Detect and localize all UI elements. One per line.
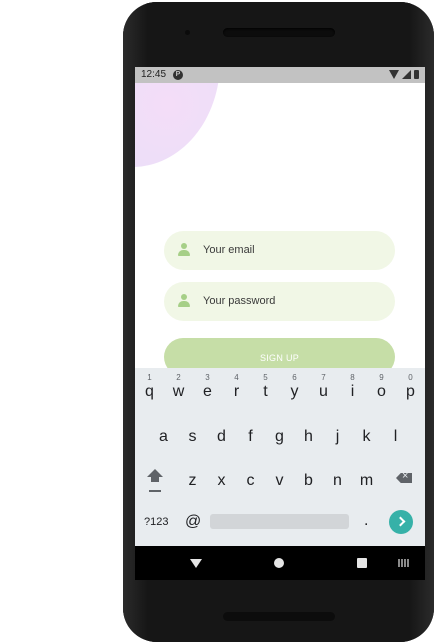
keyboard-key[interactable]: n — [323, 459, 352, 495]
keyboard-key[interactable]: l — [381, 415, 410, 451]
key-char: k — [362, 428, 371, 445]
key-char: j — [335, 428, 340, 445]
enter-arrow-icon[interactable] — [389, 510, 413, 534]
key-char: t — [263, 383, 268, 400]
key-char: w — [172, 383, 185, 400]
shift-icon[interactable] — [147, 469, 163, 492]
keyboard-key[interactable]: h — [294, 415, 323, 451]
key-char: m — [359, 472, 374, 489]
home-icon[interactable] — [274, 558, 284, 568]
signal-icon — [402, 70, 411, 79]
app-screen: 12:45 P Your email Your password SIGN UP… — [135, 67, 425, 580]
keyboard-key[interactable]: 2w — [164, 370, 193, 406]
person-icon — [178, 294, 190, 308]
key-char: q — [145, 383, 154, 400]
keyboard-key[interactable]: f — [236, 415, 265, 451]
key-hint: 2 — [176, 373, 181, 382]
email-placeholder: Your email — [203, 244, 255, 256]
keyboard-key[interactable]: v — [265, 459, 294, 495]
person-icon — [178, 243, 190, 257]
key-char: s — [188, 428, 197, 445]
key-hint: 3 — [205, 373, 210, 382]
key-char: u — [319, 383, 328, 400]
space-bar[interactable] — [210, 514, 349, 529]
front-camera — [185, 30, 190, 35]
navigation-bar — [135, 546, 425, 580]
back-icon[interactable] — [190, 559, 202, 568]
key-char: p — [406, 383, 415, 400]
keyboard-key[interactable]: 4r — [222, 370, 251, 406]
key-char: i — [350, 383, 355, 400]
key-hint: 4 — [234, 373, 239, 382]
key-char: d — [217, 428, 226, 445]
keyboard-key[interactable]: a — [149, 415, 178, 451]
period-key[interactable]: . — [364, 512, 368, 530]
password-placeholder: Your password — [203, 295, 276, 307]
key-char: f — [248, 428, 253, 445]
key-char: a — [159, 428, 168, 445]
keyboard-key[interactable]: z — [178, 459, 207, 495]
symbols-key[interactable]: ?123 — [144, 516, 168, 528]
battery-icon — [414, 70, 419, 79]
key-hint: 1 — [147, 373, 152, 382]
key-char: x — [217, 472, 226, 489]
keyboard-key[interactable]: 9o — [367, 370, 396, 406]
key-char: e — [203, 383, 212, 400]
key-char: r — [233, 383, 240, 400]
backspace-icon[interactable] — [396, 473, 412, 483]
bottom-speaker — [223, 612, 335, 621]
keyboard-key[interactable]: k — [352, 415, 381, 451]
key-char: g — [275, 428, 284, 445]
keyboard-key[interactable]: b — [294, 459, 323, 495]
key-char: h — [304, 428, 313, 445]
keyboard-key[interactable]: 0p — [396, 370, 425, 406]
key-char: c — [246, 472, 255, 489]
key-hint: 8 — [350, 373, 355, 382]
key-char: z — [188, 472, 197, 489]
key-hint: 0 — [408, 373, 413, 382]
keyboard-key[interactable]: 1q — [135, 370, 164, 406]
key-char: y — [290, 383, 299, 400]
wifi-icon — [389, 70, 399, 79]
key-char: v — [275, 472, 284, 489]
password-field[interactable]: Your password — [164, 282, 395, 321]
key-char: l — [393, 428, 398, 445]
email-field[interactable]: Your email — [164, 231, 395, 270]
keyboard-key[interactable]: m — [352, 459, 381, 495]
keyboard-key[interactable]: 7u — [309, 370, 338, 406]
keyboard-switch-icon[interactable] — [398, 559, 409, 567]
keyboard-key[interactable]: c — [236, 459, 265, 495]
key-hint: 9 — [379, 373, 384, 382]
key-char: b — [304, 472, 313, 489]
key-hint: 5 — [263, 373, 268, 382]
key-hint: 7 — [321, 373, 326, 382]
notification-p-icon: P — [173, 70, 183, 80]
keyboard-key[interactable]: d — [207, 415, 236, 451]
keyboard-key[interactable]: j — [323, 415, 352, 451]
at-key[interactable]: @ — [185, 513, 201, 531]
status-time: 12:45 — [141, 69, 167, 80]
keyboard-key[interactable]: 3e — [193, 370, 222, 406]
key-char: o — [377, 383, 386, 400]
soft-keyboard: 1q2w3e4r5t6y7u8i9o0p asdfghjkl zxcvbnm ?… — [135, 368, 425, 546]
keyboard-key[interactable]: g — [265, 415, 294, 451]
keyboard-key[interactable]: x — [207, 459, 236, 495]
keyboard-key[interactable]: s — [178, 415, 207, 451]
keyboard-key[interactable]: 6y — [280, 370, 309, 406]
key-char: n — [333, 472, 342, 489]
key-hint: 6 — [292, 373, 297, 382]
status-bar: 12:45 P — [135, 67, 425, 83]
keyboard-key[interactable]: 8i — [338, 370, 367, 406]
recents-icon[interactable] — [357, 558, 367, 568]
earpiece-speaker — [223, 28, 335, 37]
status-icons — [389, 70, 419, 79]
keyboard-key[interactable]: 5t — [251, 370, 280, 406]
